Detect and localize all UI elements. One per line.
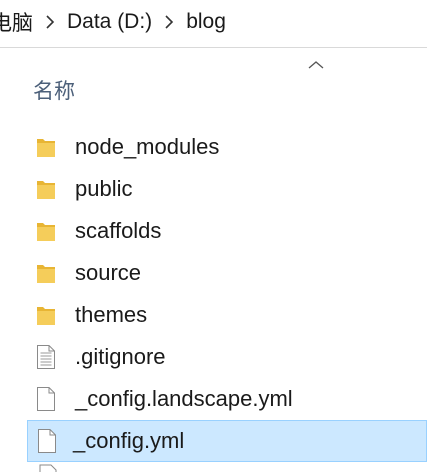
column-name-label: 名称 xyxy=(33,80,75,103)
explorer-window: 电脑 Data (D:) blog 名称 node_modulespublic s… xyxy=(0,0,427,472)
list-item-label: .gitignore xyxy=(75,344,166,369)
chevron-right-icon[interactable] xyxy=(33,14,67,30)
list-item-selected[interactable]: _config.yml xyxy=(27,420,427,462)
folder-icon xyxy=(36,260,56,286)
file-icon xyxy=(36,386,56,412)
list-item[interactable]: .gitignore xyxy=(0,336,427,378)
file-icon xyxy=(37,428,57,454)
list-item-label: public xyxy=(75,176,133,201)
chevron-right-icon[interactable] xyxy=(152,14,186,30)
list-item[interactable]: themes xyxy=(0,294,427,336)
text-file-icon xyxy=(36,344,56,370)
chevron-up-icon xyxy=(308,61,324,69)
list-item[interactable]: node_modules xyxy=(0,126,427,168)
list-item-label: node_modules xyxy=(75,134,220,159)
folder-icon xyxy=(36,134,56,160)
list-item-label: scaffolds xyxy=(75,218,162,243)
list-item[interactable]: source xyxy=(0,252,427,294)
folder-icon xyxy=(36,218,56,244)
list-item[interactable]: _config.landscape.yml xyxy=(0,378,427,420)
file-list: node_modulespublic scaffolds source themes.… xyxy=(0,126,427,462)
folder-icon xyxy=(36,176,56,202)
folder-icon xyxy=(36,302,56,328)
list-item-label: source xyxy=(75,260,142,285)
file-icon xyxy=(39,464,57,472)
list-item[interactable]: scaffolds xyxy=(0,210,427,252)
breadcrumb-item-blog[interactable]: blog xyxy=(186,10,226,34)
breadcrumb-item-this-pc[interactable]: 电脑 xyxy=(0,7,33,37)
list-item[interactable]: public xyxy=(0,168,427,210)
list-item-label: _config.landscape.yml xyxy=(75,386,293,411)
list-item-label: _config.yml xyxy=(73,428,185,453)
breadcrumb: 电脑 Data (D:) blog xyxy=(0,0,427,44)
list-item-partial xyxy=(0,460,427,472)
breadcrumb-item-data-drive[interactable]: Data (D:) xyxy=(67,10,152,34)
address-bar-divider xyxy=(0,47,427,48)
list-item-label: themes xyxy=(75,302,148,327)
